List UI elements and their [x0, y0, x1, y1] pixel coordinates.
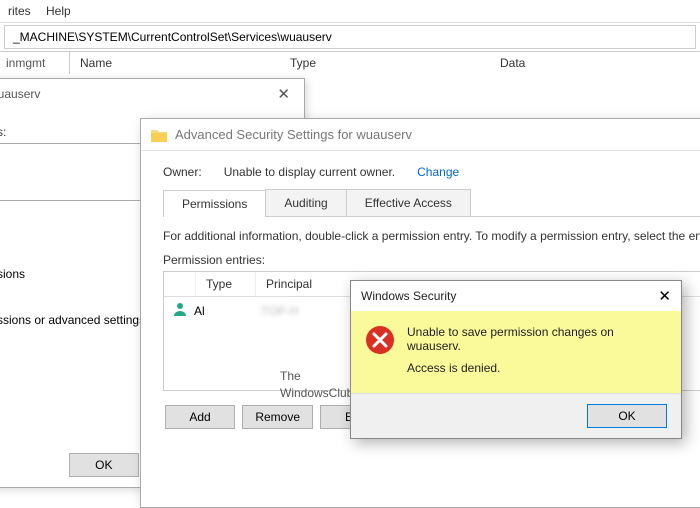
close-icon[interactable]: ✕ [271, 85, 296, 103]
owner-label: Owner: [163, 165, 202, 179]
list-columns: Name Type Data [70, 52, 700, 74]
grid-head-type[interactable]: Type [196, 272, 256, 296]
row-principal: :TOP-H [258, 304, 298, 318]
msgbox-ok-button[interactable]: OK [587, 404, 667, 428]
address-bar[interactable]: _MACHINE\SYSTEM\CurrentControlSet\Servic… [4, 25, 696, 49]
row-type: Al [190, 304, 254, 318]
tab-effective-access[interactable]: Effective Access [346, 189, 471, 216]
col-name[interactable]: Name [70, 52, 280, 74]
menu-help[interactable]: Help [46, 4, 71, 18]
menu-bar: rites Help [0, 0, 700, 23]
menu-favorites[interactable]: rites [8, 4, 31, 18]
user-icon [170, 301, 190, 320]
ok-button[interactable]: OK [69, 453, 139, 477]
col-type[interactable]: Type [280, 52, 490, 74]
error-message-line1: Unable to save permission changes on wua… [407, 325, 667, 353]
error-icon [365, 325, 395, 355]
entries-label: Permission entries: [163, 253, 700, 267]
change-owner-link[interactable]: Change [417, 165, 459, 179]
add-entry-button[interactable]: Add [165, 405, 235, 429]
info-text: For additional information, double-click… [163, 229, 700, 243]
owner-message: Unable to display current owner. [224, 165, 395, 179]
col-data[interactable]: Data [490, 52, 700, 74]
msgbox-title: Windows Security [361, 289, 658, 303]
permissions-title: wuauserv [0, 87, 271, 101]
tree-item[interactable]: inmgmt [0, 52, 70, 74]
remove-entry-button[interactable]: Remove [242, 405, 313, 429]
close-icon[interactable]: ✕ [658, 287, 671, 305]
folder-icon [151, 128, 167, 142]
windows-security-dialog: Windows Security ✕ Unable to save permis… [350, 280, 682, 439]
advanced-title: Advanced Security Settings for wuauserv [175, 127, 412, 142]
tab-auditing[interactable]: Auditing [265, 189, 346, 216]
tab-permissions[interactable]: Permissions [163, 190, 266, 217]
perm-label-sions: sions [0, 267, 25, 281]
tab-strip: Permissions Auditing Effective Access [163, 189, 700, 217]
error-message-line2: Access is denied. [407, 361, 667, 375]
grid-head-icon [164, 272, 196, 296]
